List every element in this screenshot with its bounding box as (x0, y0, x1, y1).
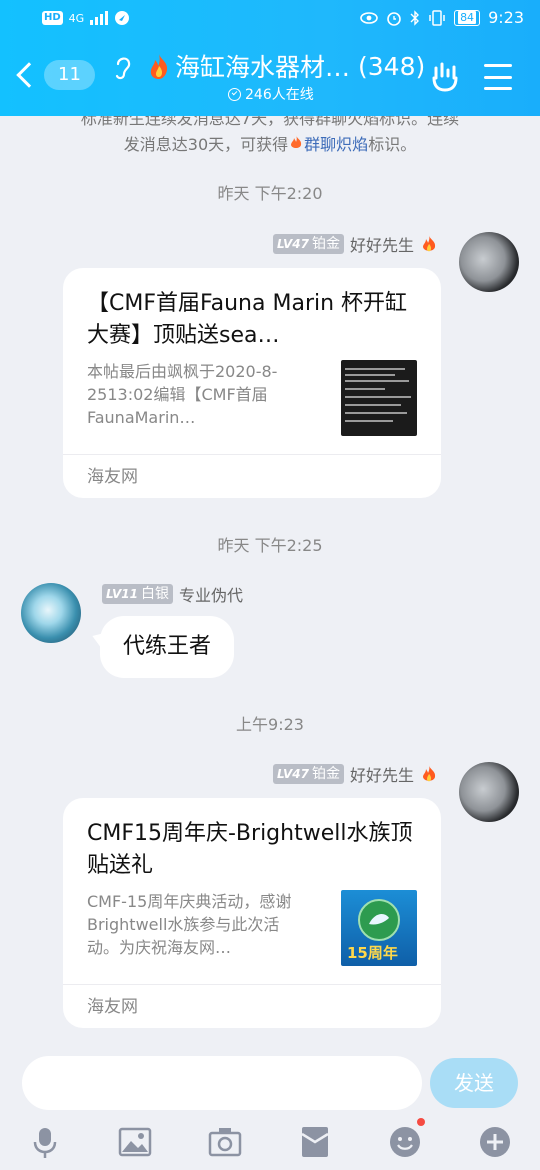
card-thumbnail (341, 360, 417, 436)
group-name: 海缸海水器材… (175, 53, 351, 82)
card-source: 海友网 (63, 984, 441, 1028)
level-badge: LV47 铂金 (273, 234, 344, 254)
emoji-button[interactable] (387, 1118, 425, 1160)
vibrate-icon (429, 9, 445, 26)
signal-icon (90, 11, 109, 25)
online-check-icon (228, 87, 241, 101)
fire-icon (423, 765, 436, 782)
chat-header: HD 4G 84 9:23 11 海缸海水器材… (348) 246人在线 (0, 0, 540, 116)
send-button[interactable]: 发送 (430, 1058, 518, 1108)
card-title: CMF15周年庆-Brightwell水族顶贴送礼 (87, 821, 413, 878)
battery-icon: 84 (454, 9, 481, 26)
emoji-icon (390, 1127, 420, 1157)
back-arrow-icon (16, 62, 42, 88)
clock: 9:23 (488, 8, 524, 27)
card-thumbnail: 15周年 (341, 890, 417, 966)
avatar[interactable] (21, 583, 81, 643)
level-badge: LV11 白银 (102, 584, 173, 604)
card-title: 【CMF首届Fauna Marin 杯开缸大赛】顶贴送sea… (87, 291, 408, 348)
notification-dot (417, 1118, 425, 1126)
alarm-icon (387, 11, 401, 26)
system-notice: 标准新生连续发消息达7天，获得群聊火焰标识。连续 发消息达30天，可获得 群聊炽焰… (0, 116, 540, 158)
app-notification-icon (115, 11, 130, 25)
message-input[interactable] (22, 1056, 422, 1110)
card-description: 本帖最后由飒枫于2020-8-2513:02编辑【CMF首届FaunaMarin… (87, 362, 278, 427)
member-count: (348) (358, 51, 426, 81)
notice-text: 发消息达30天，可获得 (123, 135, 289, 154)
card-source: 海友网 (63, 454, 441, 498)
menu-icon[interactable] (484, 64, 512, 90)
avatar[interactable] (459, 762, 519, 822)
sender-name: 好好先生 (349, 766, 414, 785)
notice-line-1: 标准新生连续发消息达7天，获得群聊火焰标识。连续 (80, 116, 460, 128)
timestamp: 上午9:23 (236, 715, 304, 734)
online-count: 246人在线 (245, 87, 314, 103)
plus-icon[interactable] (477, 1124, 513, 1160)
mic-icon[interactable] (27, 1124, 63, 1160)
notice-link[interactable]: 群聊炽焰 (304, 135, 368, 154)
flame-icon (291, 135, 302, 148)
bluetooth-icon (410, 9, 420, 26)
notice-tail: 标识。 (368, 135, 417, 154)
level-badge: LV47 铂金 (273, 764, 344, 784)
input-toolbar (0, 1118, 540, 1170)
network-type: 4G (68, 11, 85, 25)
card-description: CMF-15周年庆典活动，感谢Brightwell水族参与此次活动。为庆祝海友网… (87, 892, 292, 957)
back-button[interactable]: 11 (16, 60, 95, 90)
hd-icon: HD (42, 11, 63, 25)
group-title[interactable]: 海缸海水器材… (348) (146, 48, 425, 84)
chat-area[interactable]: 标准新生连续发消息达7天，获得群聊火焰标识。连续 发消息达30天，可获得 群聊炽焰… (0, 116, 540, 1040)
red-packet-icon[interactable] (297, 1124, 333, 1160)
timestamp: 昨天 下午2:20 (217, 184, 323, 203)
link-card[interactable]: 【CMF首届Fauna Marin 杯开缸大赛】顶贴送sea… 本帖最后由飒枫于… (63, 268, 441, 498)
notice-line-2: 发消息达30天，可获得 群聊炽焰标识。 (0, 132, 540, 158)
fire-icon (423, 235, 436, 252)
sender-name: 好好先生 (349, 236, 414, 255)
timestamp: 昨天 下午2:25 (217, 536, 323, 555)
camera-icon[interactable] (207, 1124, 243, 1160)
image-icon[interactable] (117, 1124, 153, 1160)
eye-icon (360, 11, 378, 24)
status-bar: HD 4G 84 9:23 (0, 0, 540, 40)
fire-icon (150, 54, 168, 79)
sender-line: LV47 铂金 好好先生 (273, 762, 438, 786)
sender-name: 专业伪代 (178, 586, 243, 605)
battery-level: 84 (458, 10, 477, 24)
sender-line: LV11 白银 专业伪代 (102, 582, 243, 606)
nav-bar: 11 海缸海水器材… (348) 246人在线 (0, 40, 540, 116)
ear-icon[interactable] (112, 52, 134, 82)
link-card[interactable]: CMF15周年庆-Brightwell水族顶贴送礼 CMF-15周年庆典活动，感… (63, 798, 441, 1028)
composer: 发送 (0, 1040, 540, 1170)
unread-count: 11 (44, 60, 95, 90)
hand-gesture-icon[interactable] (428, 60, 462, 94)
avatar[interactable] (459, 232, 519, 292)
online-status: 246人在线 (228, 84, 314, 104)
thumb-label: 15周年 (347, 944, 398, 962)
text-bubble[interactable]: 代练王者 (100, 616, 234, 678)
sender-line: LV47 铂金 好好先生 (273, 232, 438, 256)
